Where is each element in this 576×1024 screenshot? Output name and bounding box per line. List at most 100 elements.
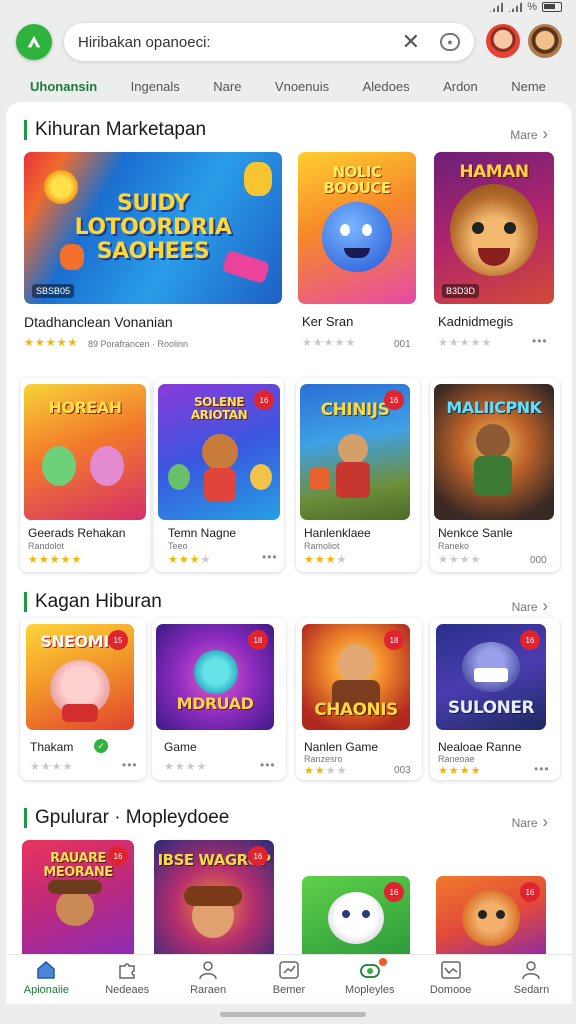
signal-icon xyxy=(489,2,504,12)
app-meta: 003 xyxy=(394,765,411,776)
rating-stars: ★★★★ xyxy=(438,765,482,777)
tab-0[interactable]: Uhonansin xyxy=(25,72,102,106)
rating-stars: ★★★★★ xyxy=(28,554,83,566)
app-card[interactable]: SOLENE ARIOTAN 16 Temn Nagne Teeo ★★★★ •… xyxy=(154,378,284,572)
art-title: MDRUAD xyxy=(176,694,254,713)
app-logo[interactable] xyxy=(16,24,52,60)
search-input[interactable]: Hiribakan opanoeci: xyxy=(78,34,402,51)
app-card[interactable]: SNEOMIS 15 Thakam ✓ ★★★★ ••• xyxy=(20,618,146,780)
see-more-link[interactable]: Nare xyxy=(512,812,548,832)
app-card[interactable]: SUIDY LOTOORDRIA SAOHEES SBSB05 Dtadhanc… xyxy=(24,152,282,362)
nav-label: Bemer xyxy=(272,984,306,996)
section-title: Kagan Hiburan xyxy=(35,591,162,612)
trend-icon xyxy=(440,961,461,979)
app-title: Game xyxy=(164,740,197,754)
tab-5[interactable]: Ardon xyxy=(443,72,478,102)
tab-1[interactable]: Ingenals xyxy=(131,72,180,102)
notification-dot xyxy=(378,958,387,966)
rating-stars: ★★★★ xyxy=(168,554,212,566)
app-title: Thakam xyxy=(30,740,74,754)
wifi-icon xyxy=(508,2,523,12)
avatar-secondary[interactable] xyxy=(528,24,562,58)
nav-item-6[interactable]: Sedarn xyxy=(496,960,566,996)
avatar[interactable] xyxy=(486,24,520,58)
app-title: Nanlen Game xyxy=(304,740,379,754)
see-more-link[interactable]: Mare xyxy=(510,124,548,144)
battery-icon xyxy=(542,2,562,12)
app-card[interactable]: CHINIJS 16 Hanlenklaee Ramoliot ★★★★ xyxy=(296,378,420,572)
app-title: Geerads Rehakan xyxy=(28,526,126,540)
app-meta: 001 xyxy=(394,339,411,350)
app-title: Temn Nagne xyxy=(168,526,237,540)
clear-icon[interactable]: ✕ xyxy=(402,31,420,53)
app-subtitle: Teeo xyxy=(168,541,188,551)
nav-item-5[interactable]: Domooe xyxy=(416,960,486,996)
app-card[interactable]: MALIICPNK Nenkce Sanle Raneko ★★★★ 000 xyxy=(430,378,560,572)
app-thumbnail: HOREAH xyxy=(24,384,146,520)
app-card[interactable]: NOLIC BOOUCE Ker Sran ★★★★★ 001 xyxy=(298,152,416,362)
see-more-link[interactable]: Nare xyxy=(512,596,548,616)
nav-item-1[interactable]: Nedeaes xyxy=(92,960,162,996)
app-card[interactable]: 16 xyxy=(436,876,548,954)
age-badge: 16 xyxy=(254,390,274,410)
section-title: Gpulurar · Mopleydoee xyxy=(35,807,230,828)
app-card[interactable]: MDRUAD 18 Game ★★★★ ••• xyxy=(152,618,286,780)
age-badge: 15 xyxy=(108,630,128,650)
section-header: Gpulurar · Mopleydoee xyxy=(24,806,229,830)
voice-search-icon[interactable]: ● xyxy=(440,33,460,51)
age-badge: 16 xyxy=(108,846,128,866)
app-title: Dtadhanclean Vonanian xyxy=(24,314,173,330)
tab-4[interactable]: Aledoes xyxy=(363,72,410,102)
app-thumbnail: 16 xyxy=(436,876,546,954)
app-title: Hanlenklaee xyxy=(304,526,371,540)
app-thumbnail: CHINIJS 16 xyxy=(300,384,410,520)
app-subtitle: Ranzesro xyxy=(304,754,343,764)
more-options-icon[interactable]: ••• xyxy=(534,762,550,776)
app-card[interactable]: HOREAH Geerads Rehakan Randolot ★★★★★ xyxy=(20,378,150,572)
category-tabs: Uhonansin Ingenals Nare Vnoenuis Aledoes… xyxy=(12,72,564,106)
rating-stars: ★★★★★ xyxy=(302,337,357,349)
age-badge: 16 xyxy=(384,882,404,902)
status-bar: % xyxy=(0,0,576,16)
rating-stars: ★★★★ xyxy=(304,765,348,777)
art-title: HAMAN xyxy=(459,162,529,182)
gamepad-icon xyxy=(359,964,380,978)
tab-2[interactable]: Nare xyxy=(213,72,241,102)
app-card[interactable]: CHAONIS 18 Nanlen Game Ranzesro ★★★★ 003 xyxy=(296,618,422,780)
age-badge: 16 xyxy=(520,630,540,650)
art-title: HOREAH xyxy=(48,398,122,417)
app-card[interactable]: RAUARE MEORANE 16 xyxy=(22,840,136,954)
more-options-icon[interactable]: ••• xyxy=(260,758,276,772)
section-header: Kihuran Marketapan xyxy=(24,118,206,142)
nav-item-3[interactable]: Bemer xyxy=(254,960,324,996)
home-indicator[interactable] xyxy=(220,1012,366,1017)
search-bar[interactable]: Hiribakan opanoeci: ✕ ● xyxy=(64,23,474,61)
thumb-label: B3D3D xyxy=(442,284,480,298)
tab-3[interactable]: Vnoenuis xyxy=(275,72,329,102)
more-options-icon[interactable]: ••• xyxy=(122,758,138,772)
main-content: Kihuran Marketapan Mare SUIDY LOTOORDRIA… xyxy=(6,102,572,954)
tab-6[interactable]: Neme xyxy=(511,72,546,102)
app-card[interactable]: IBSE WAGROP 16 xyxy=(154,840,276,954)
bottom-navigation: Apionaiie Nedeaes Raraen Bemer Mopleyles… xyxy=(6,954,572,1004)
more-options-icon[interactable]: ••• xyxy=(532,334,548,348)
nav-item-4[interactable]: Mopleyles xyxy=(335,958,405,996)
profile-icon xyxy=(522,961,541,980)
nav-label: Mopleyles xyxy=(345,984,395,996)
nav-item-2[interactable]: Raraen xyxy=(173,960,243,996)
art-title: CHAONIS xyxy=(314,700,398,720)
app-thumbnail: NOLIC BOOUCE xyxy=(298,152,416,304)
app-card[interactable]: HAMAN B3D3D Kadnidmegis ★★★★★ ••• xyxy=(434,152,554,362)
nav-label: Sedarn xyxy=(513,984,550,996)
more-options-icon[interactable]: ••• xyxy=(262,550,278,564)
app-card[interactable]: 16 xyxy=(302,876,412,954)
thumb-label: SBSB05 xyxy=(32,284,75,298)
app-subtitle: Raneoae xyxy=(438,754,475,764)
app-thumbnail: HAMAN B3D3D xyxy=(434,152,554,304)
rating-stars: ★★★★ xyxy=(304,554,348,566)
app-card[interactable]: SULONER 16 Nealoae Ranne Raneoae ★★★★ ••… xyxy=(430,618,560,780)
battery-percent: % xyxy=(527,1,537,13)
app-thumbnail: 16 xyxy=(302,876,410,954)
nav-item-0[interactable]: Apionaiie xyxy=(11,960,81,996)
age-badge: 18 xyxy=(384,630,404,650)
